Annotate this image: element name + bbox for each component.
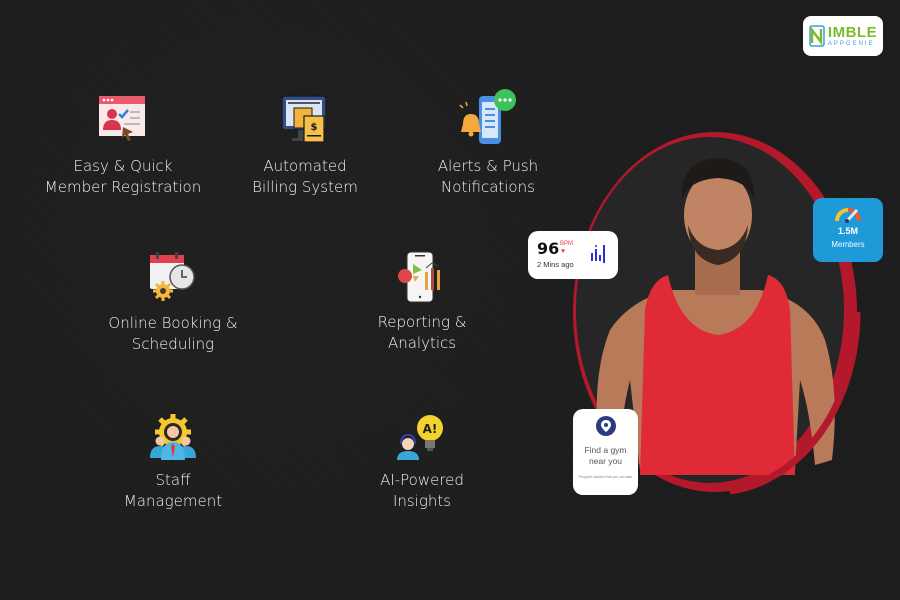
svg-text:$: $ xyxy=(311,122,318,133)
heart-rate-unit: BPM xyxy=(560,241,574,247)
find-gym-title-line2: near you xyxy=(588,456,623,466)
nimble-appgenie-logo: IMBLE APPGENIE xyxy=(803,16,883,56)
find-gym-card: Find a gym near you Program classes that… xyxy=(573,409,638,495)
feature-member-registration: Easy & Quick Member Registration xyxy=(23,94,223,198)
feature-label-line2: Billing System xyxy=(252,178,358,196)
feature-automated-billing: $ Automated Billing System xyxy=(205,94,405,198)
logo-mark-icon xyxy=(809,25,825,47)
heart-rate-card: 96 BPM ♥ 2 Mins ago xyxy=(528,231,618,279)
feature-label-line2: Member Registration xyxy=(44,178,202,196)
feature-label-line1: Alerts & Push xyxy=(437,157,539,175)
find-gym-title-line1: Find a gym xyxy=(584,445,627,455)
feature-label-line1: Reporting & xyxy=(377,313,467,331)
feature-label-line2: Insights xyxy=(392,492,452,510)
feature-label-line2: Notifications xyxy=(441,178,535,196)
ai-lightbulb-icon: A! xyxy=(397,415,443,460)
feature-label-line1: Easy & Quick xyxy=(73,157,173,175)
feature-label-line2: Management xyxy=(123,492,223,510)
feature-label-line2: Analytics xyxy=(387,334,457,352)
staff-gear-icon xyxy=(150,414,196,460)
feature-label-line2: Scheduling xyxy=(131,335,215,353)
logo-sub-text: APPGENIE xyxy=(827,41,875,47)
feature-staff-management: Staff Management xyxy=(73,414,273,512)
location-pin-icon xyxy=(595,416,616,436)
speedometer-icon xyxy=(835,208,861,223)
feature-label-line1: Online Booking & xyxy=(108,314,238,332)
heart-icon: ♥ xyxy=(561,248,566,255)
members-card: 1.5M Members xyxy=(813,198,883,262)
billing-receipt-icon: $ xyxy=(281,95,327,143)
feature-label-line1: Automated xyxy=(263,157,347,175)
feature-label-line1: Staff xyxy=(155,471,191,489)
feature-ai-insights: A! AI-Powered Insights xyxy=(322,412,522,512)
calendar-clock-icon xyxy=(150,252,195,301)
svg-text:A!: A! xyxy=(423,422,438,436)
find-gym-subtitle: Program classes that you can take xyxy=(578,475,633,479)
pulse-bars-icon xyxy=(591,245,605,263)
feature-alerts-notifications: Alerts & Push Notifications xyxy=(388,88,588,198)
members-count: 1.5M xyxy=(837,226,858,236)
member-registration-icon xyxy=(99,96,145,141)
analytics-phone-icon xyxy=(398,251,440,303)
feature-label-line1: AI-Powered xyxy=(380,471,464,489)
feature-online-booking: Online Booking & Scheduling xyxy=(73,251,273,355)
logo-main-text: IMBLE xyxy=(827,24,878,41)
members-label: Members xyxy=(831,240,865,249)
notification-bell-icon xyxy=(459,89,516,144)
feature-reporting-analytics: Reporting & Analytics xyxy=(322,250,522,354)
